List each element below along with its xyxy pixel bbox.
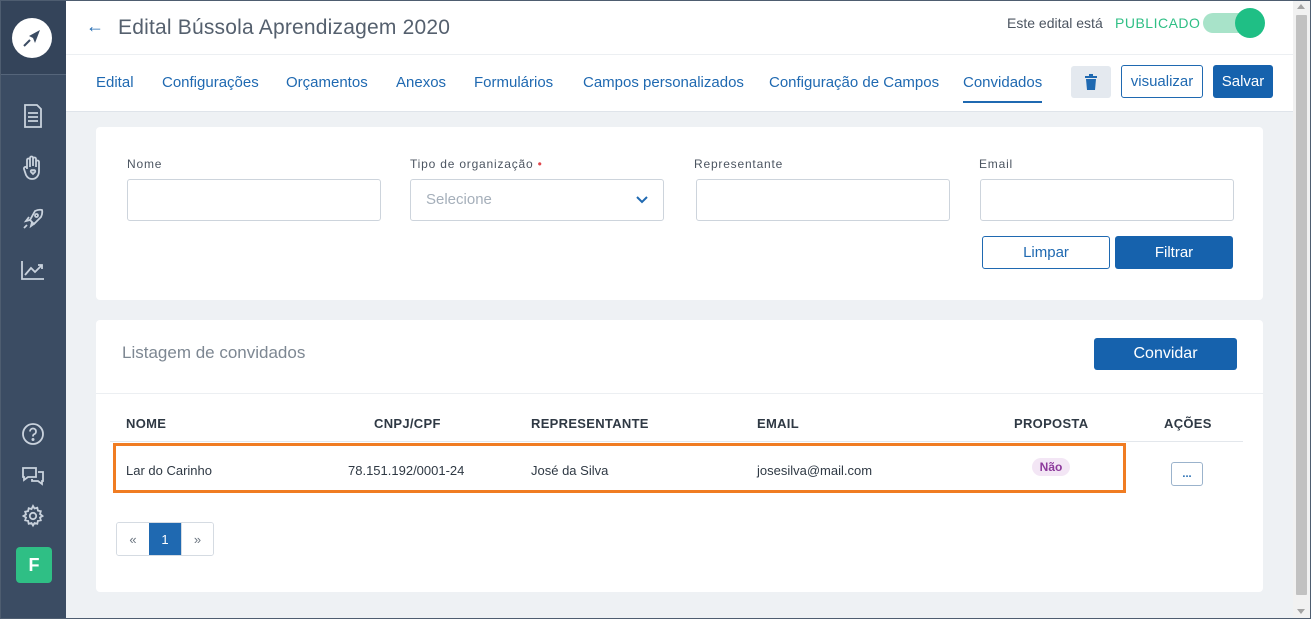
tipo-organizacao-label: Tipo de organização • — [410, 157, 543, 171]
tab-edital[interactable]: Edital — [96, 74, 134, 91]
chart-trend-icon[interactable] — [18, 255, 48, 285]
hand-heart-icon[interactable] — [18, 153, 48, 183]
chevron-down-icon — [636, 196, 648, 204]
tipo-organizacao-placeholder: Selecione — [426, 191, 492, 208]
filter-button[interactable]: Filtrar — [1115, 236, 1233, 269]
column-header-acoes: AÇÕES — [1164, 416, 1212, 431]
required-marker: • — [537, 157, 543, 171]
column-header-nome: NOME — [126, 416, 167, 431]
header-divider — [66, 54, 1293, 55]
page-title: Edital Bússola Aprendizagem 2020 — [118, 16, 451, 39]
rocket-icon[interactable] — [18, 204, 48, 234]
nome-label: Nome — [127, 157, 163, 171]
delete-button[interactable] — [1071, 66, 1111, 98]
trash-icon — [1085, 74, 1097, 90]
compass-icon[interactable] — [12, 18, 52, 58]
scroll-down-arrow-icon[interactable] — [1297, 609, 1305, 614]
column-header-cnpj: CNPJ/CPF — [374, 416, 441, 431]
top-header: ← Edital Bússola Aprendizagem 2020 Este … — [66, 0, 1293, 112]
avatar[interactable]: F — [16, 547, 52, 583]
list-title: Listagem de convidados — [122, 343, 306, 362]
pagination-prev[interactable]: « — [117, 523, 149, 555]
header-divider-line — [110, 441, 1243, 442]
tab-formularios[interactable]: Formulários — [474, 74, 553, 91]
sidebar: F — [0, 0, 66, 619]
help-icon[interactable] — [18, 419, 48, 449]
tab-orcamentos[interactable]: Orçamentos — [286, 74, 368, 91]
representante-label: Representante — [694, 157, 784, 171]
scroll-up-arrow-icon[interactable] — [1297, 4, 1305, 9]
toggle-knob — [1235, 8, 1265, 38]
tab-configuracoes[interactable]: Configurações — [162, 74, 259, 91]
save-button[interactable]: Salvar — [1213, 65, 1273, 98]
publish-toggle[interactable] — [1203, 8, 1265, 38]
column-header-email: EMAIL — [757, 416, 799, 431]
column-header-representante: REPRESENTANTE — [531, 416, 649, 431]
back-arrow-icon[interactable]: ← — [86, 16, 104, 37]
email-input[interactable] — [980, 179, 1234, 221]
view-button[interactable]: visualizar — [1121, 65, 1203, 98]
document-icon[interactable] — [18, 101, 48, 131]
row-highlight-box — [113, 443, 1126, 493]
scroll-thumb[interactable] — [1296, 15, 1307, 595]
filter-panel: Nome Tipo de organização • Selecione Rep… — [96, 127, 1263, 300]
logo-area — [0, 0, 66, 75]
row-actions-button[interactable]: ... — [1171, 462, 1203, 486]
publish-status-value: PUBLICADO — [1115, 15, 1201, 31]
tab-anexos[interactable]: Anexos — [396, 74, 446, 91]
tab-convidados[interactable]: Convidados — [963, 74, 1043, 103]
email-label: Email — [979, 157, 1014, 171]
publish-status-label: Este edital está — [1007, 15, 1103, 31]
representante-input[interactable] — [696, 179, 950, 221]
list-divider — [96, 393, 1263, 394]
column-header-proposta: PROPOSTA — [1014, 416, 1089, 431]
tipo-organizacao-label-text: Tipo de organização — [410, 157, 534, 171]
tab-configuracao-campos[interactable]: Configuração de Campos — [769, 74, 939, 91]
invite-button[interactable]: Convidar — [1094, 338, 1237, 370]
pagination-next[interactable]: » — [181, 523, 213, 555]
scrollbar[interactable] — [1293, 0, 1310, 619]
pagination: « 1 » — [116, 522, 214, 556]
nome-input[interactable] — [127, 179, 381, 221]
pagination-page[interactable]: 1 — [149, 523, 181, 555]
chat-icon[interactable] — [18, 460, 48, 490]
tab-campos-personalizados[interactable]: Campos personalizados — [583, 74, 744, 91]
gear-icon[interactable] — [18, 501, 48, 531]
tipo-organizacao-select[interactable]: Selecione — [410, 179, 664, 221]
clear-button[interactable]: Limpar — [982, 236, 1110, 269]
guest-list-panel: Listagem de convidados Convidar NOME CNP… — [96, 320, 1263, 592]
